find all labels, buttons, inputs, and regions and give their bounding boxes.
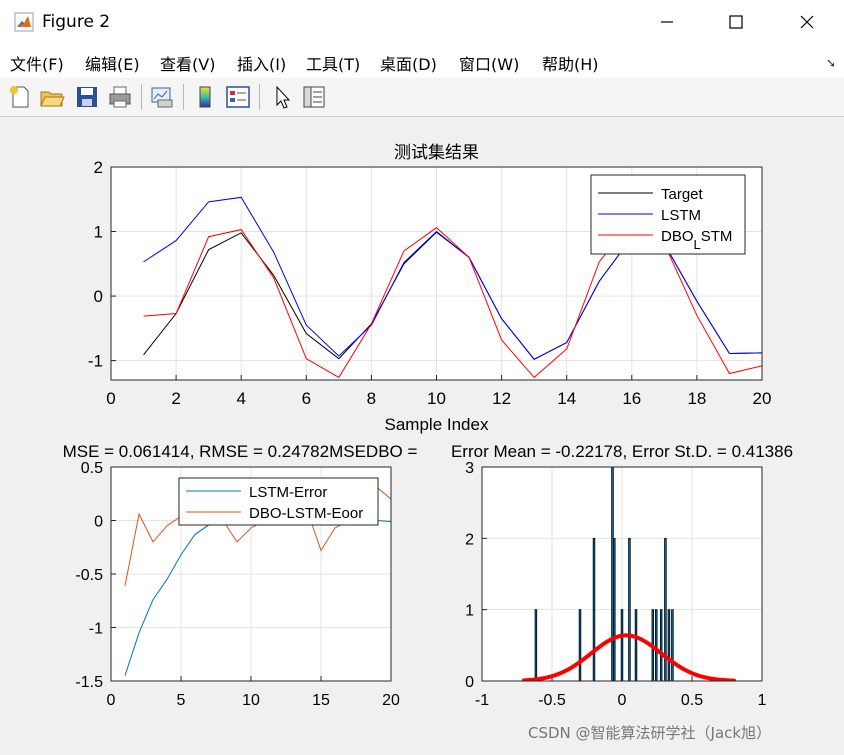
y-tick-label: 0 <box>94 287 103 306</box>
menu-insert[interactable]: 插入(I) <box>237 51 286 75</box>
x-tick-label: 16 <box>622 389 641 408</box>
figure-plots: 0 2 4 6 8 10 12 14 16 18 20-1012测试集结果Sample IndexT… <box>63 143 793 709</box>
y-tick-label: 1 <box>465 603 474 620</box>
menu-desktop[interactable]: 桌面(D) <box>380 51 437 75</box>
chart-title: Error Mean = -0.22178, Error St.D. = 0.4… <box>451 442 793 461</box>
maximize-icon <box>729 15 743 29</box>
x-tick-label: 6 <box>302 389 311 408</box>
menu-tools[interactable]: 工具(T) <box>306 51 360 75</box>
open-folder-icon[interactable] <box>38 83 66 111</box>
maximize-button[interactable] <box>713 6 759 38</box>
menu-view[interactable]: 查看(V) <box>160 51 215 75</box>
menu-edit[interactable]: 编辑(E) <box>85 51 140 75</box>
x-tick-label: 0 <box>618 692 627 709</box>
new-figure-icon[interactable] <box>6 83 34 111</box>
histogram-bar <box>634 609 638 681</box>
histogram-bar <box>655 609 658 681</box>
legend-label: LSTM-Error <box>249 484 327 501</box>
toolbar-separator <box>141 84 142 110</box>
save-icon[interactable] <box>73 83 101 111</box>
menu-file[interactable]: 文件(F) <box>10 51 64 75</box>
figure-toolbar <box>0 78 844 117</box>
menu-help[interactable]: 帮助(H) <box>542 51 599 75</box>
histogram-bar <box>592 537 596 681</box>
x-tick-label: 2 <box>171 389 180 408</box>
histogram-bar <box>628 537 631 681</box>
x-tick-label: 4 <box>236 389 245 408</box>
x-tick-label: 0 <box>106 389 115 408</box>
x-tick-label: 20 <box>382 692 400 709</box>
y-tick-label: 0 <box>94 514 103 531</box>
y-tick-label: 1 <box>94 223 103 242</box>
x-tick-label: 12 <box>492 389 511 408</box>
close-button[interactable] <box>784 6 830 38</box>
legend-icon[interactable] <box>224 83 252 111</box>
y-tick-label: -1.5 <box>75 674 103 691</box>
x-tick-label: -0.5 <box>538 692 566 709</box>
toolbar-separator <box>183 84 184 110</box>
matlab-logo-icon <box>14 12 34 32</box>
histogram-bar <box>620 609 624 681</box>
figure-canvas: 0 2 4 6 8 10 12 14 16 18 20 -1 0 1 2 测试集结果 Sample Index T… <box>0 117 844 751</box>
x-tick-label: 5 <box>177 692 186 709</box>
minimize-button[interactable] <box>644 6 690 38</box>
chart-title: MSE = 0.061414, RMSE = 0.24782MSEDBO = <box>63 442 418 461</box>
x-tick-label: 0.5 <box>681 692 703 709</box>
dock-arrow-icon[interactable]: ➘ <box>826 56 836 70</box>
property-inspector-icon[interactable] <box>300 83 328 111</box>
link-plot-icon[interactable] <box>148 83 176 111</box>
y-tick-label: 2 <box>465 531 474 548</box>
x-tick-label: 1 <box>758 692 767 709</box>
window-titlebar: Figure 2 <box>0 0 844 44</box>
print-icon[interactable] <box>106 83 134 111</box>
y-tick-label: -0.5 <box>75 567 103 584</box>
y-tick-label: -1 <box>89 621 103 638</box>
x-axis-label: Sample Index <box>385 415 489 434</box>
histogram-bar <box>671 609 674 681</box>
menu-bar: 文件(F) 编辑(E) 查看(V) 插入(I) 工具(T) 桌面(D) 窗口(W… <box>0 44 844 78</box>
window-title: Figure 2 <box>42 12 111 32</box>
x-tick-label: 0 <box>107 692 116 709</box>
legend-label: Target <box>661 186 704 203</box>
x-tick-label: 20 <box>753 389 772 408</box>
y-tick-label: -1 <box>88 352 103 371</box>
legend-label: LSTM <box>661 207 701 224</box>
toolbar-separator <box>259 84 260 110</box>
y-tick-label: 0.5 <box>81 460 103 477</box>
y-tick-label: 2 <box>94 158 103 177</box>
x-tick-label: 18 <box>687 389 706 408</box>
x-tick-label: 15 <box>312 692 330 709</box>
menu-window[interactable]: 窗口(W) <box>459 51 519 75</box>
x-tick-label: 14 <box>557 389 576 408</box>
y-tick-label: 0 <box>465 674 474 691</box>
histogram-bar <box>534 609 538 681</box>
histogram-bar <box>659 609 663 681</box>
pointer-icon[interactable] <box>268 83 296 111</box>
histogram-bar <box>578 609 582 681</box>
close-icon <box>800 15 814 29</box>
colorbar-icon[interactable] <box>191 83 219 111</box>
histogram-bar <box>613 537 616 681</box>
watermark-text: CSDN @智能算法研学社（Jack旭） <box>528 724 772 742</box>
x-tick-label: 10 <box>242 692 260 709</box>
minimize-icon <box>661 21 673 23</box>
legend-label: DBO-LSTM-Eoor <box>249 505 363 522</box>
chart-title: 测试集结果 <box>394 143 479 162</box>
x-tick-label: 8 <box>367 389 376 408</box>
x-tick-label: 10 <box>427 389 446 408</box>
x-tick-label: -1 <box>475 692 489 709</box>
y-tick-label: 3 <box>465 460 474 477</box>
histogram-bar <box>667 609 671 681</box>
